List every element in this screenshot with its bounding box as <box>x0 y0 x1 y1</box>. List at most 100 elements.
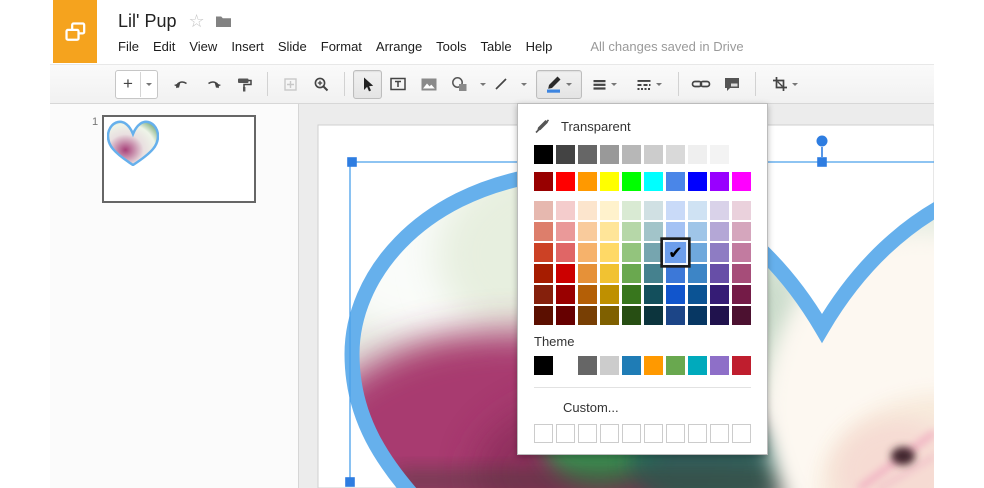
insert-image-button[interactable] <box>415 70 444 99</box>
paint-format-button[interactable] <box>230 70 259 99</box>
color-swatch[interactable] <box>556 145 575 164</box>
color-swatch[interactable] <box>732 222 751 241</box>
color-swatch[interactable] <box>622 306 641 325</box>
custom-color-slot[interactable] <box>534 424 553 443</box>
fit-zoom-button[interactable] <box>276 70 305 99</box>
line-weight-dropdown[interactable] <box>611 83 618 89</box>
new-slide-dropdown[interactable] <box>141 72 157 97</box>
insert-shape-button[interactable] <box>446 70 475 99</box>
color-swatch[interactable] <box>556 264 575 283</box>
color-swatch[interactable] <box>578 172 597 191</box>
color-swatch[interactable] <box>732 285 751 304</box>
color-swatch[interactable] <box>688 285 707 304</box>
color-swatch[interactable] <box>534 306 553 325</box>
selection-handle-top-center[interactable] <box>817 157 827 167</box>
crop-image-button[interactable] <box>764 70 806 99</box>
star-icon[interactable]: ☆ <box>188 12 204 30</box>
color-swatch[interactable] <box>600 243 619 262</box>
line-weight-button[interactable] <box>584 70 626 99</box>
custom-color-slot[interactable] <box>710 424 729 443</box>
color-swatch[interactable] <box>622 243 641 262</box>
selection-handle-left-middle[interactable] <box>345 477 355 487</box>
transparent-option[interactable]: Transparent <box>534 117 767 135</box>
line-dash-button[interactable] <box>628 70 670 99</box>
select-tool-button[interactable] <box>352 69 382 99</box>
zoom-button[interactable] <box>307 70 336 99</box>
slide-thumbnail[interactable] <box>102 115 256 203</box>
color-swatch[interactable] <box>710 264 729 283</box>
document-title[interactable]: Lil' Pup <box>118 11 176 32</box>
color-swatch[interactable] <box>688 243 707 262</box>
color-swatch[interactable] <box>732 172 751 191</box>
menu-file[interactable]: File <box>118 39 139 54</box>
color-swatch[interactable] <box>688 145 707 164</box>
color-swatch[interactable] <box>600 201 619 220</box>
custom-color-slot[interactable] <box>622 424 641 443</box>
color-swatch[interactable] <box>600 222 619 241</box>
color-swatch[interactable] <box>710 356 729 375</box>
color-swatch[interactable] <box>688 172 707 191</box>
color-swatch[interactable] <box>556 306 575 325</box>
color-swatch[interactable] <box>578 201 597 220</box>
color-swatch[interactable] <box>534 264 553 283</box>
color-swatch[interactable] <box>666 264 685 283</box>
menu-help[interactable]: Help <box>526 39 553 54</box>
color-swatch[interactable] <box>732 243 751 262</box>
line-color-dropdown[interactable] <box>566 83 573 89</box>
color-swatch[interactable] <box>578 222 597 241</box>
crop-dropdown[interactable] <box>791 83 798 89</box>
menu-view[interactable]: View <box>189 39 217 54</box>
color-swatch[interactable] <box>644 285 663 304</box>
undo-button[interactable] <box>168 70 197 99</box>
selection-handle-top-left[interactable] <box>347 157 357 167</box>
color-swatch[interactable] <box>622 201 641 220</box>
color-swatch[interactable] <box>688 201 707 220</box>
color-swatch[interactable] <box>600 285 619 304</box>
color-swatch[interactable] <box>732 356 751 375</box>
color-swatch[interactable] <box>732 145 751 164</box>
color-swatch[interactable] <box>710 172 729 191</box>
color-swatch[interactable] <box>534 243 553 262</box>
color-swatch[interactable] <box>666 201 685 220</box>
color-swatch[interactable] <box>578 356 597 375</box>
color-swatch[interactable] <box>710 243 729 262</box>
color-swatch[interactable] <box>710 145 729 164</box>
color-swatch[interactable] <box>732 306 751 325</box>
color-swatch[interactable] <box>644 172 663 191</box>
color-swatch[interactable] <box>578 243 597 262</box>
color-swatch[interactable] <box>600 145 619 164</box>
color-swatch[interactable] <box>556 201 575 220</box>
color-swatch[interactable] <box>688 356 707 375</box>
color-swatch[interactable] <box>644 145 663 164</box>
color-swatch[interactable] <box>666 145 685 164</box>
color-swatch[interactable] <box>600 172 619 191</box>
color-swatch[interactable] <box>556 172 575 191</box>
custom-color-option[interactable]: Custom... <box>563 400 767 415</box>
color-swatch[interactable] <box>600 356 619 375</box>
insert-link-button[interactable] <box>687 70 716 99</box>
folder-icon[interactable] <box>215 14 232 28</box>
color-swatch[interactable] <box>710 306 729 325</box>
color-swatch[interactable] <box>710 201 729 220</box>
color-swatch[interactable] <box>710 222 729 241</box>
insert-line-button[interactable] <box>487 70 516 99</box>
color-swatch[interactable] <box>556 356 575 375</box>
color-swatch[interactable] <box>622 172 641 191</box>
color-swatch[interactable] <box>534 145 553 164</box>
custom-color-slot[interactable] <box>666 424 685 443</box>
color-swatch[interactable] <box>534 201 553 220</box>
custom-color-slot[interactable] <box>688 424 707 443</box>
custom-color-slot[interactable] <box>556 424 575 443</box>
color-swatch[interactable] <box>710 285 729 304</box>
slides-logo[interactable] <box>53 0 97 63</box>
color-swatch[interactable] <box>600 264 619 283</box>
new-slide-button[interactable]: + <box>115 69 158 99</box>
menu-table[interactable]: Table <box>481 39 512 54</box>
color-swatch[interactable] <box>644 306 663 325</box>
color-swatch[interactable] <box>688 222 707 241</box>
shape-dropdown[interactable] <box>479 83 486 89</box>
line-dash-dropdown[interactable] <box>655 83 662 89</box>
color-swatch[interactable] <box>644 222 663 241</box>
menu-format[interactable]: Format <box>321 39 362 54</box>
color-swatch[interactable] <box>622 145 641 164</box>
